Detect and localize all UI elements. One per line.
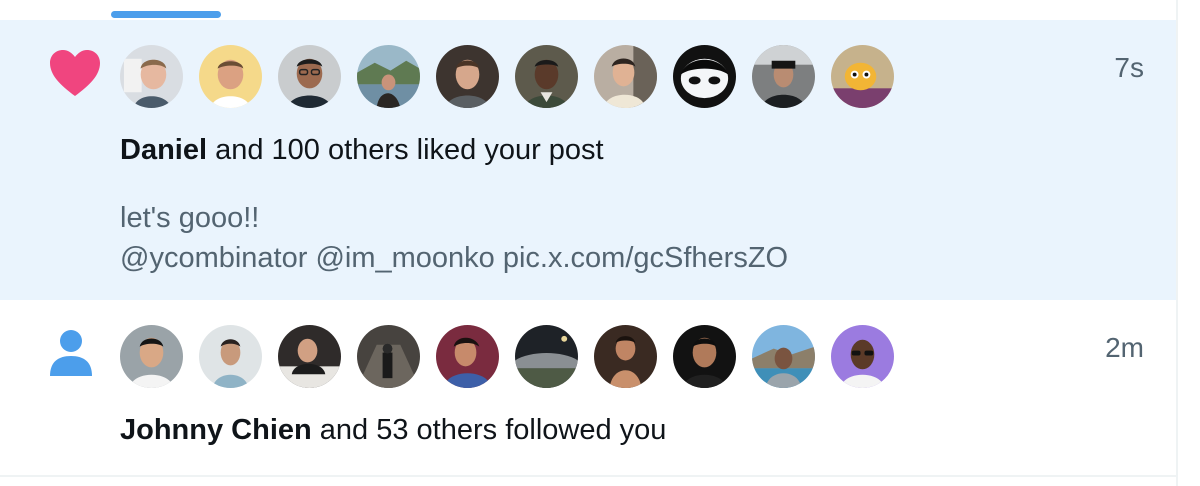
avatar[interactable]: [594, 45, 657, 108]
avatar[interactable]: [199, 325, 262, 388]
notification-like[interactable]: 7s Daniel and 100 others liked your post…: [0, 20, 1176, 300]
avatar[interactable]: [673, 45, 736, 108]
avatar[interactable]: [831, 325, 894, 388]
avatar[interactable]: [436, 45, 499, 108]
avatar[interactable]: [515, 45, 578, 108]
actor-name[interactable]: Daniel: [120, 134, 207, 166]
action-text: and 53 others followed you: [311, 414, 667, 446]
heart-icon: [50, 50, 100, 96]
timestamp: 2m: [1105, 332, 1144, 363]
post-line: let's gooo!!: [120, 202, 260, 234]
avatar[interactable]: [594, 325, 657, 388]
liker-avatars: [120, 45, 894, 108]
liked-post-preview[interactable]: let's gooo!! @ycombinator @im_moonko pic…: [120, 198, 788, 278]
avatar[interactable]: [357, 45, 420, 108]
avatar[interactable]: [357, 325, 420, 388]
notification-headline: Daniel and 100 others liked your post: [120, 134, 604, 167]
actor-name[interactable]: Johnny Chien: [120, 414, 312, 446]
action-text: and 100 others liked your post: [207, 134, 604, 166]
post-line: @ycombinator @im_moonko pic.x.com/gcSfhe…: [120, 242, 789, 274]
avatar[interactable]: [278, 45, 341, 108]
timestamp: 7s: [1114, 52, 1144, 83]
avatar[interactable]: [752, 325, 815, 388]
avatar[interactable]: [673, 325, 736, 388]
avatar[interactable]: [515, 325, 578, 388]
person-icon: [50, 330, 92, 376]
avatar[interactable]: [199, 45, 262, 108]
column-border: [1176, 0, 1178, 486]
avatar[interactable]: [831, 45, 894, 108]
avatar[interactable]: [120, 45, 183, 108]
avatar[interactable]: [436, 325, 499, 388]
notification-headline: Johnny Chien and 53 others followed you: [120, 414, 666, 447]
avatar[interactable]: [120, 325, 183, 388]
active-tab-indicator: [111, 11, 221, 18]
notification-follow[interactable]: 2m Johnny Chien and 53 others followed y…: [0, 300, 1176, 477]
follower-avatars: [120, 325, 894, 388]
avatar[interactable]: [752, 45, 815, 108]
avatar[interactable]: [278, 325, 341, 388]
